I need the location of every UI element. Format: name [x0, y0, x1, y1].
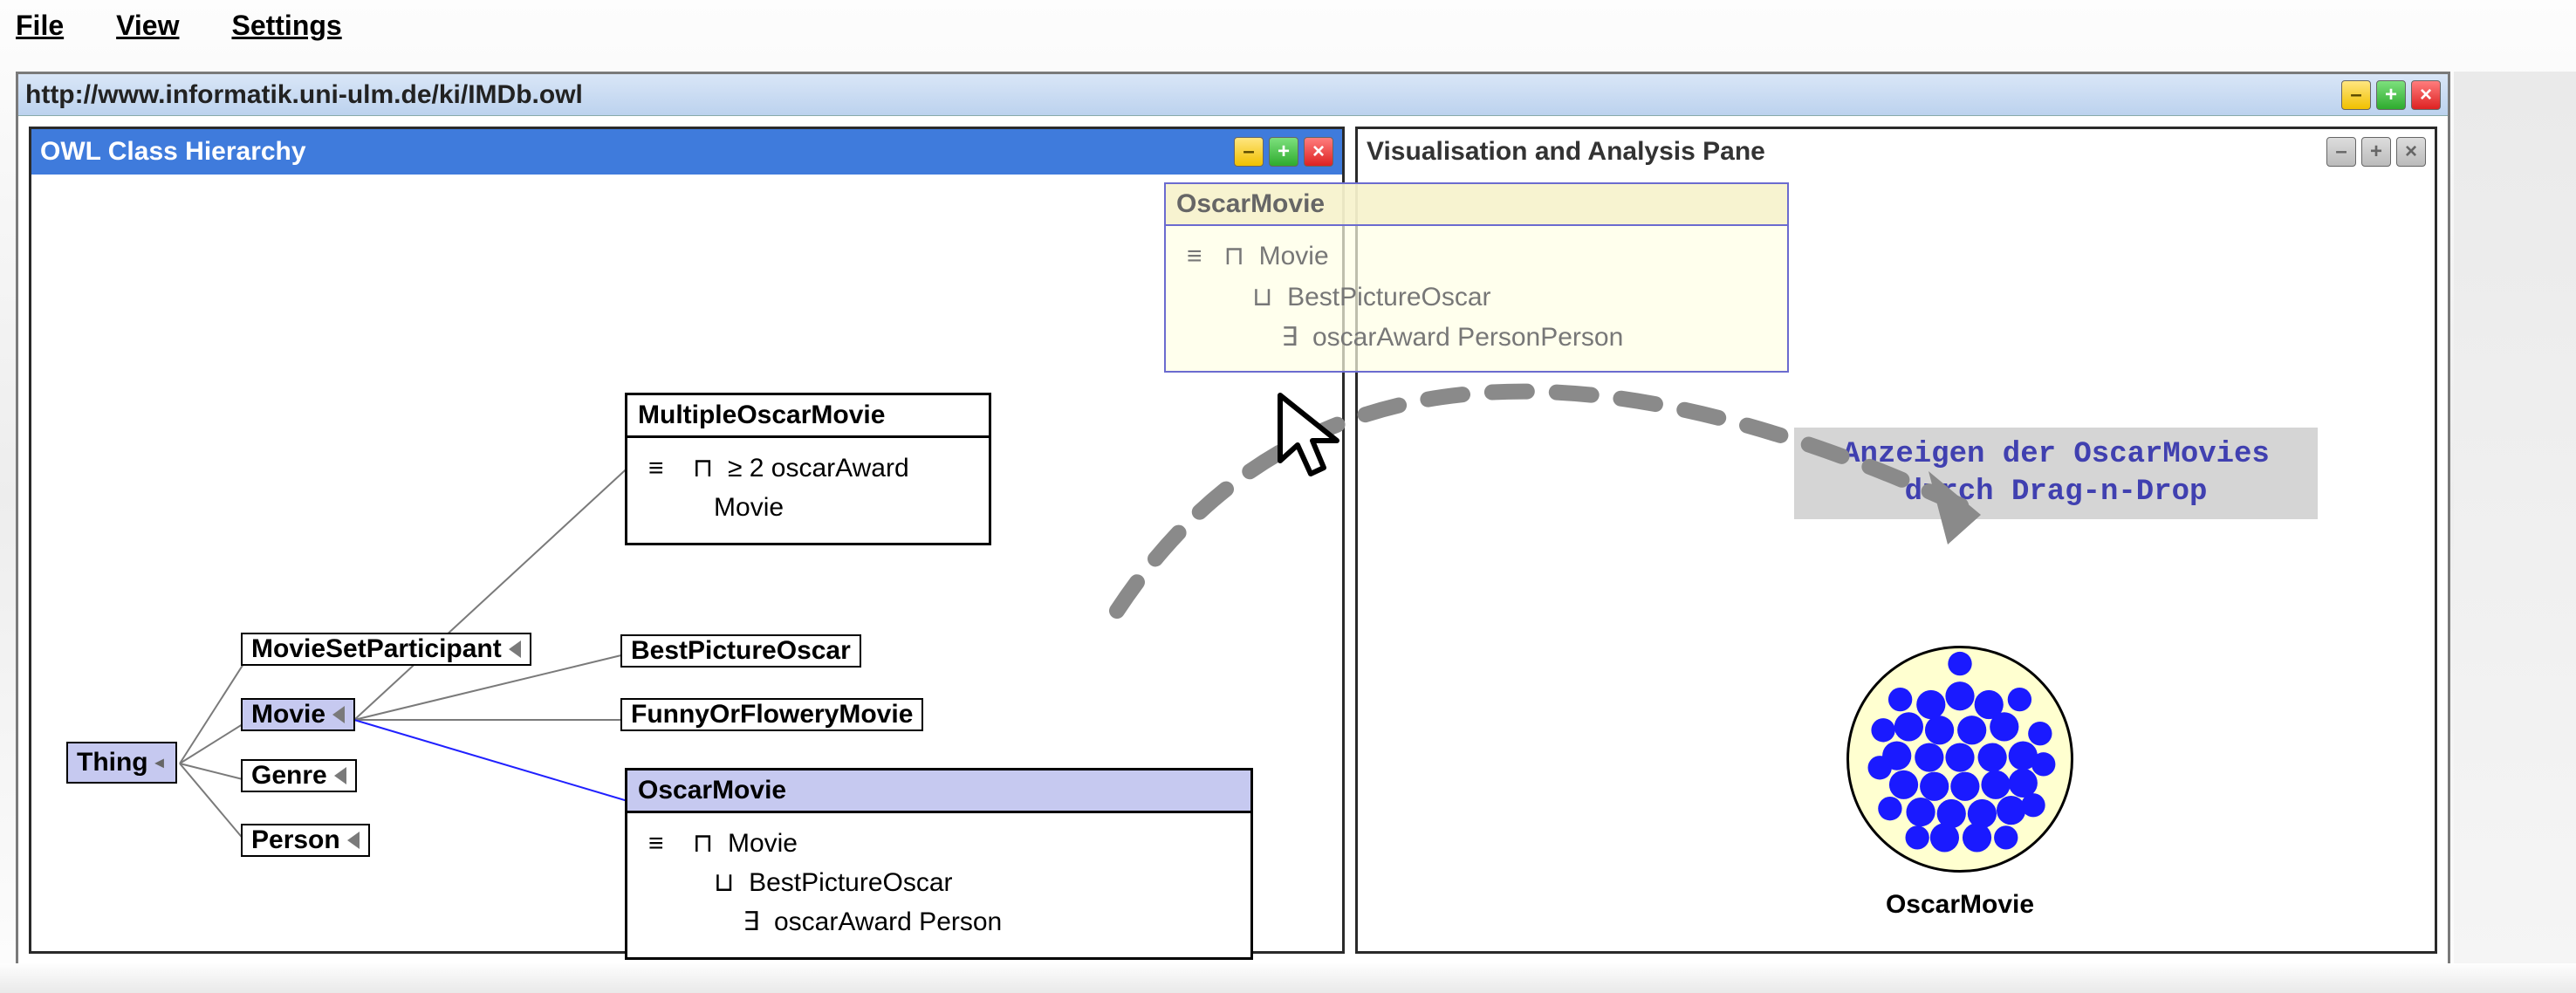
equiv-sym: ≡ [648, 454, 664, 483]
node-movie[interactable]: Movie [241, 698, 355, 731]
titlebar: http://www.informatik.uni-ulm.de/ki/IMDb… [18, 74, 2448, 116]
cursor-icon [1276, 391, 1354, 487]
cluster-label: OscarMovie [1846, 890, 2073, 920]
menu-file[interactable]: File [16, 10, 64, 42]
right-gutter [2454, 72, 2576, 963]
bottom-bar [0, 963, 2576, 993]
ghost-head: OscarMovie [1166, 184, 1787, 226]
def-line: Movie [714, 493, 784, 522]
drag-ghost: OscarMovie ≡ ⊓ Movie ⊔ BestPictureOscar … [1164, 182, 1789, 373]
ghost-body: ≡ ⊓ Movie ⊔ BestPictureOscar ∃ oscarAwar… [1166, 226, 1787, 371]
def-line: BestPictureOscar [749, 868, 952, 897]
oscarmovie-cluster[interactable] [1846, 646, 2073, 873]
left-pane: OWL Class Hierarchy – + × [29, 127, 1345, 954]
close-button[interactable]: × [2411, 80, 2441, 110]
menu-settings[interactable]: Settings [231, 10, 341, 42]
node-person[interactable]: Person [241, 824, 370, 857]
equiv-sym: ≡ [648, 829, 664, 858]
menu-view[interactable]: View [116, 10, 179, 42]
right-minimize-button[interactable]: – [2326, 137, 2356, 167]
defbox-multipleoscarmovie[interactable]: MultipleOscarMovie ≡ ⊓ ≥ 2 oscarAward Mo… [625, 393, 991, 545]
minimize-button[interactable]: – [2341, 80, 2371, 110]
exists-sym: ∃ [743, 907, 759, 936]
node-thing[interactable]: Thing ◄ [66, 742, 177, 784]
node-label: Person [251, 825, 340, 855]
intersect-sym: ⊓ [1224, 242, 1244, 271]
ghost-line: BestPictureOscar [1287, 283, 1490, 312]
left-close-button[interactable]: × [1304, 137, 1333, 167]
node-label: Movie [251, 700, 325, 729]
def-line: Movie [728, 829, 798, 858]
left-pane-title-text: OWL Class Hierarchy [40, 137, 306, 167]
left-minimize-button[interactable]: – [1234, 137, 1264, 167]
defbox-body: ≡ ⊓ Movie ⊔ BestPictureOscar ∃ oscarAwar… [627, 813, 1250, 957]
expand-icon[interactable] [347, 832, 360, 849]
intersect-sym: ⊓ [693, 829, 713, 858]
node-label: MovieSetParticipant [251, 634, 502, 664]
ghost-line: oscarAward PersonPerson [1312, 323, 1623, 352]
annotation: Anzeigen der OscarMovies durch Drag-n-Dr… [1794, 428, 2318, 519]
menubar: File View Settings [0, 0, 2576, 51]
exists-sym: ∃ [1281, 323, 1298, 352]
right-pane-title: Visualisation and Analysis Pane – + × [1358, 129, 2435, 175]
defbox-body: ≡ ⊓ ≥ 2 oscarAward Movie [627, 438, 989, 543]
def-line: ≥ 2 oscarAward [728, 454, 909, 483]
left-pane-body[interactable]: Thing ◄ MovieSetParticipant Movie Genre … [31, 175, 1342, 951]
node-label: Genre [251, 761, 327, 791]
maximize-button[interactable]: + [2376, 80, 2406, 110]
defbox-head: MultipleOscarMovie [627, 395, 989, 438]
defbox-oscarmovie[interactable]: OscarMovie ≡ ⊓ Movie ⊔ BestPictureOscar … [625, 768, 1253, 960]
equiv-sym: ≡ [1187, 242, 1202, 271]
collapse-icon[interactable]: ◄ [152, 754, 168, 772]
right-maximize-button[interactable]: + [2361, 137, 2391, 167]
node-funnyorflowerymovie[interactable]: FunnyOrFloweryMovie [620, 698, 923, 731]
node-moviesetparticipant[interactable]: MovieSetParticipant [241, 633, 531, 666]
annotation-line: durch Drag-n-Drop [1905, 476, 2208, 509]
window-title: http://www.informatik.uni-ulm.de/ki/IMDb… [25, 80, 583, 110]
node-bestpictureoscar[interactable]: BestPictureOscar [620, 634, 861, 668]
node-label: BestPictureOscar [631, 636, 851, 666]
node-thing-label: Thing [77, 748, 148, 777]
right-pane-title-text: Visualisation and Analysis Pane [1367, 137, 1765, 167]
union-sym: ⊔ [714, 868, 734, 897]
expand-icon[interactable] [334, 767, 346, 784]
right-close-button[interactable]: × [2396, 137, 2426, 167]
expand-icon[interactable] [332, 706, 345, 723]
node-label: FunnyOrFloweryMovie [631, 700, 913, 729]
union-sym: ⊔ [1252, 283, 1272, 312]
left-pane-title: OWL Class Hierarchy – + × [31, 129, 1342, 175]
annotation-line: Anzeigen der OscarMovies [1842, 438, 2270, 471]
expand-icon[interactable] [509, 640, 521, 658]
left-maximize-button[interactable]: + [1269, 137, 1298, 167]
defbox-head: OscarMovie [627, 770, 1250, 813]
ghost-line: Movie [1259, 242, 1329, 271]
node-genre[interactable]: Genre [241, 759, 357, 792]
intersect-sym: ⊓ [693, 454, 713, 483]
def-line: oscarAward Person [774, 907, 1002, 936]
